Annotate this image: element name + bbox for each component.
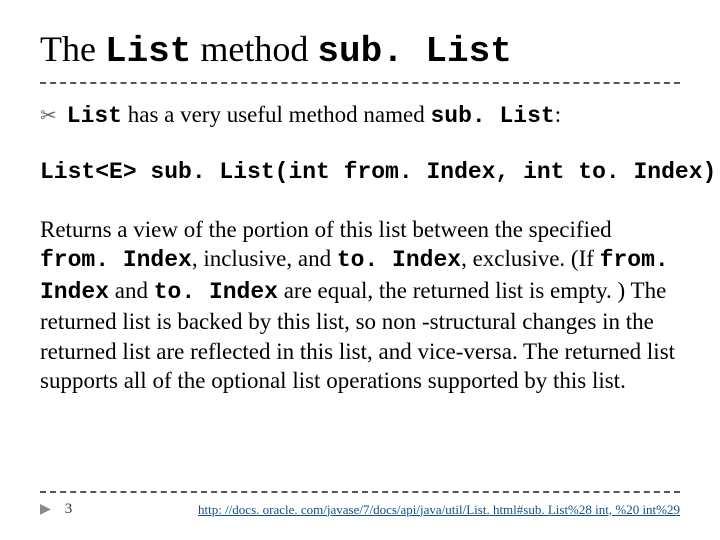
page-number: 3 (65, 501, 73, 518)
method-signature: List<E> sub. List(int from. Index, int t… (40, 159, 680, 185)
desc-text-3: , exclusive. (If (461, 246, 600, 271)
slide-title: The List method sub. List (40, 28, 680, 84)
desc-text-4: and (109, 278, 154, 303)
bullet-code-2: sub. List (430, 103, 554, 129)
footer-link[interactable]: http: //docs. oracle. com/javase/7/docs/… (198, 502, 680, 518)
desc-text-2: , inclusive, and (192, 246, 337, 271)
desc-code-4: to. Index (154, 279, 278, 305)
description-paragraph: Returns a view of the portion of this li… (40, 215, 680, 396)
title-code-2: sub. List (317, 31, 511, 72)
desc-code-1: from. Index (40, 247, 192, 273)
bullet-item: ✂ List has a very useful method named su… (40, 102, 680, 129)
title-text-1: The (40, 29, 105, 69)
bullet-plain-1: has a very useful method named (122, 102, 431, 127)
desc-text-1: Returns a view of the portion of this li… (40, 217, 612, 242)
slide-footer: ▶ 3 http: //docs. oracle. com/javase/7/d… (40, 491, 680, 518)
bullet-code-1: List (67, 103, 122, 129)
title-code-1: List (105, 31, 191, 72)
bullet-plain-2: : (555, 102, 561, 127)
bullet-icon: ✂ (40, 103, 57, 128)
footer-arrow-icon: ▶ (40, 501, 51, 518)
desc-code-2: to. Index (337, 247, 461, 273)
bullet-text: List has a very useful method named sub.… (67, 102, 561, 129)
title-text-2: method (191, 29, 317, 69)
